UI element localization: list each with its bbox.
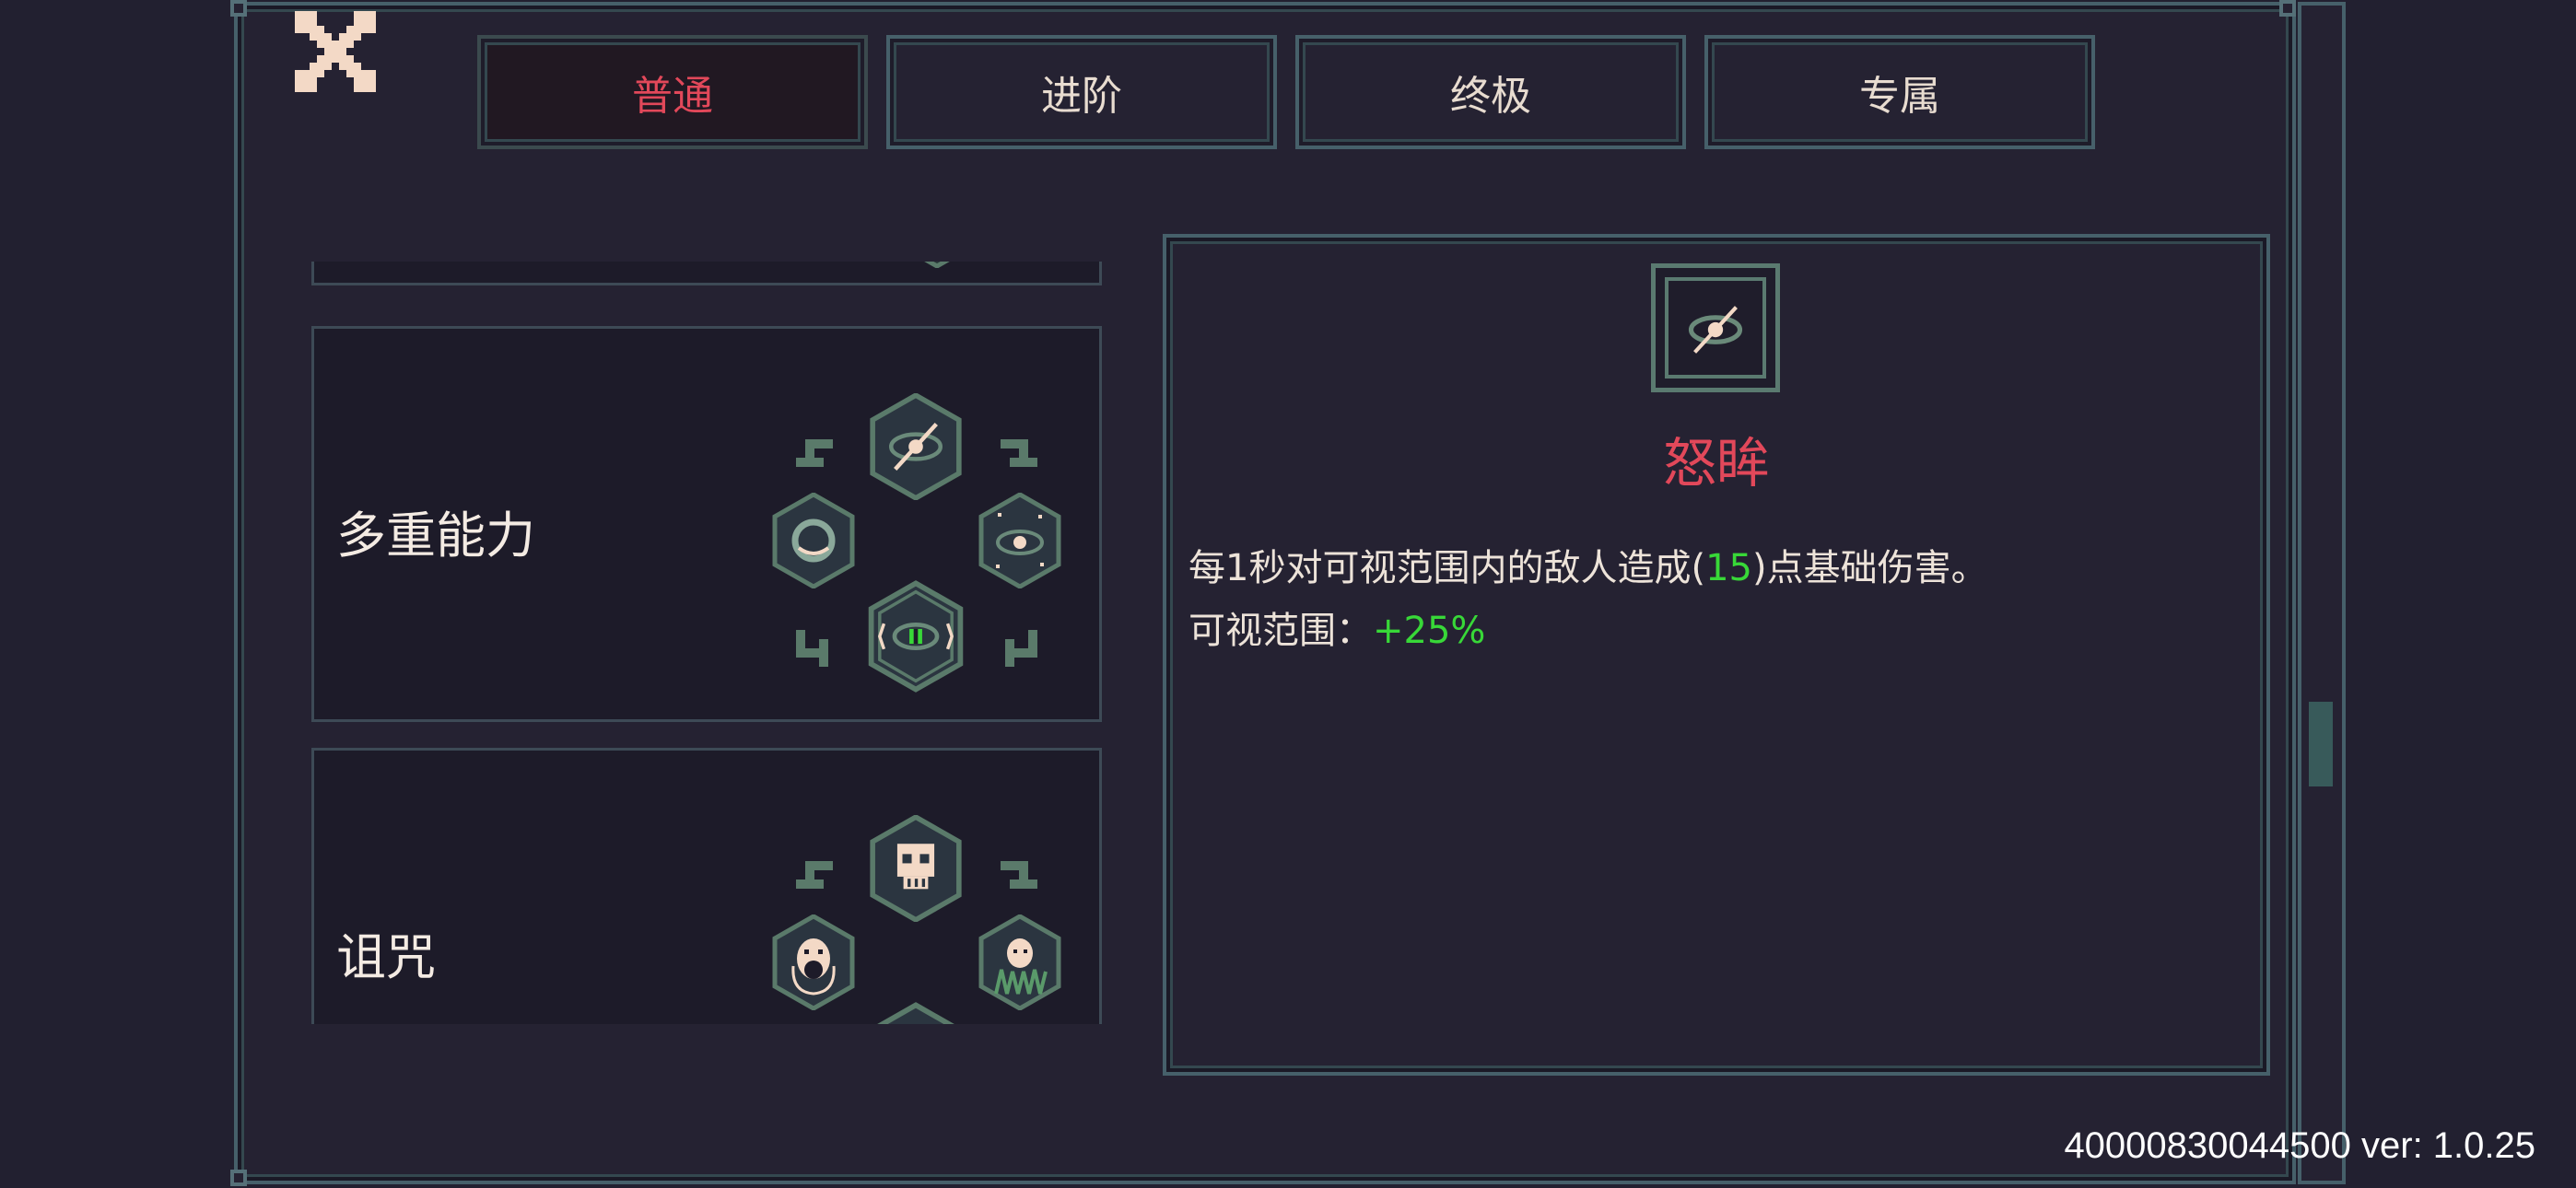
arrow-icon	[796, 439, 833, 467]
ability-title: 诅咒	[336, 928, 436, 986]
detail-icon-frame	[1651, 263, 1780, 392]
ability-card-curse[interactable]: 诅咒	[311, 748, 1102, 1024]
desc-value: 15	[1705, 547, 1752, 589]
hex-icon-partial	[924, 262, 950, 268]
arrow-icon	[1005, 630, 1037, 667]
tab-normal[interactable]: 普通	[477, 35, 868, 149]
ability-description-line2: 可视范围：+25%	[1188, 600, 1485, 654]
screaming-head-icon	[772, 914, 855, 1010]
close-icon	[295, 11, 376, 92]
close-button[interactable]	[295, 11, 376, 92]
ability-description-line1: 每1秒对可视范围内的敌人造成(15)点基础伤害。	[1188, 538, 1988, 591]
tab-label: 进阶	[1041, 73, 1122, 120]
scrollbar-track[interactable]	[2298, 2, 2346, 1184]
eye-pulse-icon	[868, 580, 964, 693]
desc-label: 可视范围：	[1188, 610, 1373, 652]
tab-label: 专属	[1859, 73, 1940, 120]
ability-name: 怒眸	[1662, 432, 1770, 495]
panel-corner	[230, 1170, 247, 1186]
skull-icon	[870, 815, 962, 922]
eye-slash-icon	[1688, 306, 1743, 354]
panel-corner	[230, 0, 247, 17]
ability-list[interactable]: 多重能力 诅咒	[311, 262, 1102, 1024]
eye-slash-icon	[870, 393, 962, 500]
tab-label: 普通	[632, 73, 713, 120]
ability-card-multi[interactable]: 多重能力	[311, 326, 1102, 722]
desc-text: 秒对可视范围内的敌人造成(	[1248, 547, 1706, 589]
arrow-icon	[796, 861, 833, 889]
skull-icon	[877, 1002, 954, 1024]
desc-text: 每	[1188, 547, 1225, 589]
arrow-icon	[1001, 439, 1037, 467]
ability-title: 多重能力	[336, 507, 535, 565]
ability-card-partial[interactable]	[311, 262, 1102, 285]
ghost-icon	[978, 914, 1061, 1010]
tab-advanced[interactable]: 进阶	[886, 35, 1277, 149]
detail-icon-inner	[1665, 277, 1766, 379]
tab-label: 终极	[1450, 73, 1531, 120]
tab-exclusive[interactable]: 专属	[1704, 35, 2095, 149]
tab-ultimate[interactable]: 终极	[1295, 35, 1686, 149]
eye-sparkle-icon	[978, 493, 1061, 588]
version-text: 40000830044500 ver: 1.0.25	[2064, 1125, 2535, 1166]
arrow-icon	[796, 630, 828, 667]
desc-text: )点基础伤害。	[1751, 547, 1988, 589]
panel-corner	[2279, 0, 2296, 17]
desc-value: +25%	[1373, 610, 1486, 652]
eye-ring-icon	[772, 493, 855, 588]
arrow-icon	[1001, 861, 1037, 889]
desc-value: 1	[1225, 547, 1249, 589]
scrollbar-thumb[interactable]	[2309, 702, 2333, 786]
